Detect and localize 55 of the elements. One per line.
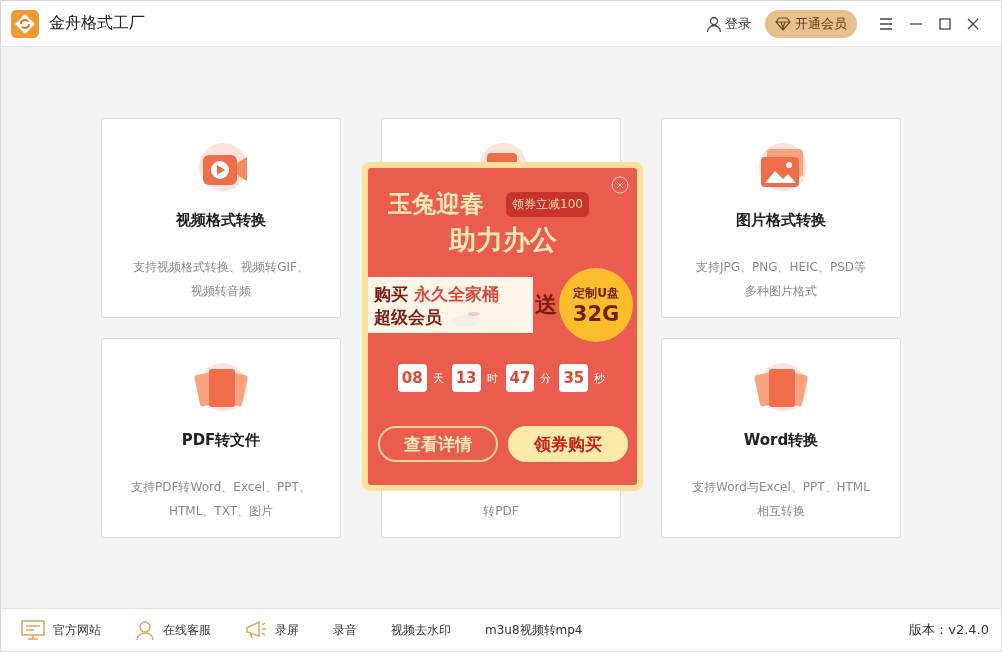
tool-card[interactable]: PDF转文件 支持PDF转Word、Excel、PPT、 HTML、TXT、图片 xyxy=(101,337,341,538)
footer-link[interactable]: 录音 xyxy=(333,621,357,639)
countdown-unit: 天 xyxy=(432,370,444,386)
countdown-value: 47 xyxy=(505,364,535,392)
promo-headline: 玉兔迎春 xyxy=(388,188,484,220)
offer-text: 超级会员 xyxy=(374,306,442,329)
card-description: 多种图片格式 xyxy=(745,282,817,300)
monitor-icon xyxy=(21,620,45,640)
footer-link[interactable]: 视频去水印 xyxy=(391,621,451,639)
login-button[interactable]: 登录 xyxy=(706,14,751,33)
maximize-icon[interactable] xyxy=(939,17,951,30)
tool-card[interactable]: 图片格式转换 支持JPG、PNG、HEIC、PSD等 多种图片格式 xyxy=(661,117,901,318)
gift-capacity: 32G xyxy=(572,301,620,326)
buy-button[interactable]: 领券购买 xyxy=(507,426,628,462)
card-description: HTML、TXT、图片 xyxy=(168,502,274,520)
card-title: Word转换 xyxy=(743,430,819,451)
card-description: 支持PDF转Word、Excel、PPT、 xyxy=(131,478,311,496)
card-title: 图片格式转换 xyxy=(736,210,826,231)
countdown-unit: 秒 xyxy=(594,370,606,386)
countdown-unit: 时 xyxy=(486,370,498,386)
countdown-unit: 分 xyxy=(540,370,552,386)
person-icon xyxy=(135,620,155,640)
megaphone-icon xyxy=(245,620,267,640)
card-title: 视频格式转换 xyxy=(176,210,266,231)
promo-headline: 助力办公 xyxy=(448,223,557,257)
version-label: 版本：v2.4.0 xyxy=(909,621,989,639)
app-title: 金舟格式工厂 xyxy=(49,13,145,34)
footer-link[interactable]: 官方网站 xyxy=(21,620,101,640)
footer-link[interactable]: 在线客服 xyxy=(135,620,211,640)
card-description: 视频转音频 xyxy=(191,282,251,300)
tool-card[interactable]: Word转换 支持Word与Excel、PPT、HTML 相互转换 xyxy=(661,337,901,538)
card-description: 转PDF xyxy=(483,502,519,520)
coupon-tag: 领券立减100 xyxy=(506,191,589,217)
menu-icon[interactable] xyxy=(879,17,893,30)
footer-link[interactable]: 录屏 xyxy=(245,620,299,640)
card-description: 支持Word与Excel、PPT、HTML xyxy=(692,478,870,496)
offer-verb: 购买 xyxy=(374,283,408,306)
diamond-icon xyxy=(775,16,791,31)
card-description: 支持JPG、PNG、HEIC、PSD等 xyxy=(695,258,867,276)
close-icon[interactable] xyxy=(967,17,979,30)
countdown-value: 08 xyxy=(397,364,427,392)
minimize-icon[interactable] xyxy=(909,22,923,25)
card-description: 相互转换 xyxy=(757,502,805,520)
app-logo-icon xyxy=(11,9,39,38)
countdown-value: 35 xyxy=(559,364,589,392)
card-title: PDF转文件 xyxy=(181,430,261,451)
card-description: 支持视频格式转换、视频转GIF、 xyxy=(133,258,309,276)
countdown-value: 13 xyxy=(451,364,481,392)
footer-link[interactable]: m3u8视频转mp4 xyxy=(485,621,583,639)
tool-card[interactable]: 视频格式转换 支持视频格式转换、视频转GIF、 视频转音频 xyxy=(101,117,341,318)
gift-word: 送 xyxy=(535,291,557,319)
user-icon xyxy=(706,15,722,32)
vip-button[interactable]: 开通会员 xyxy=(765,9,857,38)
gift-text: 定制U盘 xyxy=(573,284,619,302)
offer-product: 永久全家桶 xyxy=(414,283,499,306)
